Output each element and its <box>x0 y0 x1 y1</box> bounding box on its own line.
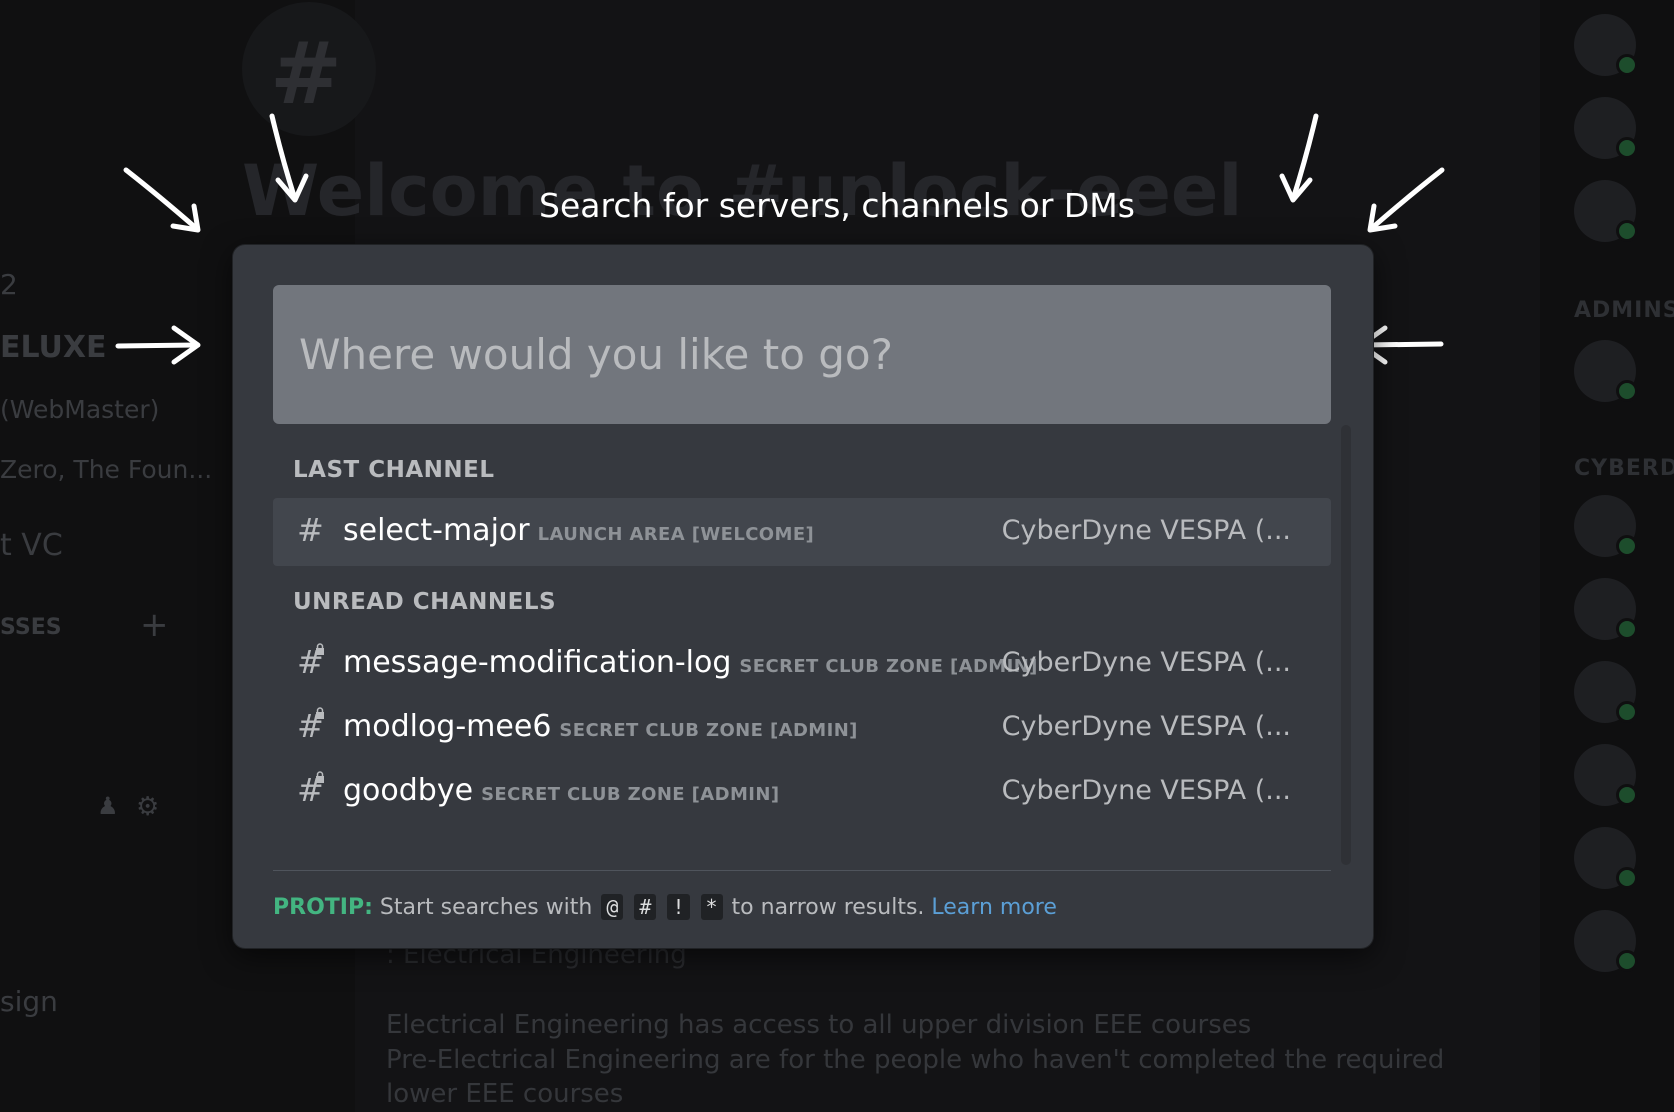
sidebar-text-5: t VC <box>0 528 63 563</box>
learn-more-link[interactable]: Learn more <box>931 895 1056 920</box>
protip-code-star: * <box>700 894 723 920</box>
avatar <box>1574 578 1638 640</box>
plus-icon: + <box>140 605 169 645</box>
arrow-icon <box>1279 113 1319 203</box>
member-group-header: ADMINS <box>1574 298 1674 323</box>
quick-switcher-modal: LAST CHANNEL # select-major LAUNCH AREA [… <box>233 245 1373 948</box>
sidebar-text-3: (WebMaster) <box>0 395 160 424</box>
locked-hash-icon: # <box>297 643 324 681</box>
protip-text-before: Start searches with <box>372 895 600 920</box>
arrow-icon <box>115 325 201 365</box>
search-input[interactable] <box>273 285 1331 424</box>
avatar <box>1574 97 1638 159</box>
chat-line: Electrical Engineering has access to all… <box>386 1010 1252 1040</box>
sidebar-text-4: Zero, The Foun... <box>0 455 213 484</box>
gear-icon: ⚙ <box>136 792 160 822</box>
avatar <box>1574 14 1638 76</box>
avatar <box>1574 661 1638 723</box>
protip-code-bang: ! <box>667 894 690 920</box>
member-group-header: CYBERD <box>1574 456 1674 481</box>
arrow-icon <box>123 167 201 233</box>
avatar <box>1574 910 1638 972</box>
protip-text-after: to narrow results. <box>724 895 932 920</box>
arrow-icon <box>269 113 309 203</box>
channel-category: SECRET CLUB ZONE [ADMIN] <box>739 656 1038 677</box>
channel-name-text: goodbye <box>343 773 474 808</box>
result-row-unread[interactable]: # modlog-mee6 SECRET CLUB ZONE [ADMIN] Cy… <box>273 694 1331 762</box>
channel-category: SECRET CLUB ZONE [ADMIN] <box>559 720 858 741</box>
arrow-icon <box>1367 167 1445 233</box>
result-row-last-channel[interactable]: # select-major LAUNCH AREA [WELCOME] Cybe… <box>273 498 1331 566</box>
sidebar-text-7: sign <box>0 985 58 1018</box>
divider <box>273 870 1331 871</box>
section-header-unread-channels: UNREAD CHANNELS <box>293 589 557 615</box>
result-row-unread[interactable]: # message-modification-log SECRET CLUB ZO… <box>273 630 1331 698</box>
protip-code-at: @ <box>601 894 624 920</box>
result-row-unread[interactable]: # goodbye SECRET CLUB ZONE [ADMIN] CyberD… <box>273 758 1331 826</box>
sidebar-text-1: 2 <box>0 268 18 301</box>
channel-name: goodbye SECRET CLUB ZONE [ADMIN] <box>343 773 779 808</box>
avatar <box>1574 744 1638 806</box>
channel-name: select-major LAUNCH AREA [WELCOME] <box>343 513 814 548</box>
server-name: CyberDyne VESPA (... <box>1001 711 1291 742</box>
channel-name: modlog-mee6 SECRET CLUB ZONE [ADMIN] <box>343 709 858 744</box>
locked-hash-icon: # <box>297 771 324 809</box>
add-friend-icon: ♟ <box>97 792 119 820</box>
channel-name-text: modlog-mee6 <box>343 709 552 744</box>
section-header-last-channel: LAST CHANNEL <box>293 457 495 483</box>
server-name: CyberDyne VESPA (... <box>1001 775 1291 806</box>
channel-name-text: message-modification-log <box>343 645 732 680</box>
channel-name: message-modification-log SECRET CLUB ZONE… <box>343 645 1038 680</box>
sidebar-text-6: SSES <box>0 615 62 640</box>
channel-name-text: select-major <box>343 513 530 548</box>
channel-category: LAUNCH AREA [WELCOME] <box>537 524 815 545</box>
protip-label: PROTIP: <box>273 895 373 920</box>
avatar <box>1574 827 1638 889</box>
sidebar-text-2: ELUXE <box>0 330 107 365</box>
server-name: CyberDyne VESPA (... <box>1001 647 1291 678</box>
hash-icon: # <box>297 511 324 549</box>
chat-line: Pre-Electrical Engineering are for the p… <box>386 1045 1445 1075</box>
scrollbar[interactable] <box>1341 425 1351 865</box>
chat-line: lower EEE courses <box>386 1079 624 1109</box>
server-name: CyberDyne VESPA (... <box>1001 515 1291 546</box>
locked-hash-icon: # <box>297 707 324 745</box>
protip: PROTIP: Start searches with @ # ! * to n… <box>273 894 1057 920</box>
avatar <box>1574 495 1638 557</box>
protip-code-hash: # <box>634 894 657 920</box>
avatar <box>1574 340 1638 402</box>
channel-category: SECRET CLUB ZONE [ADMIN] <box>481 784 780 805</box>
